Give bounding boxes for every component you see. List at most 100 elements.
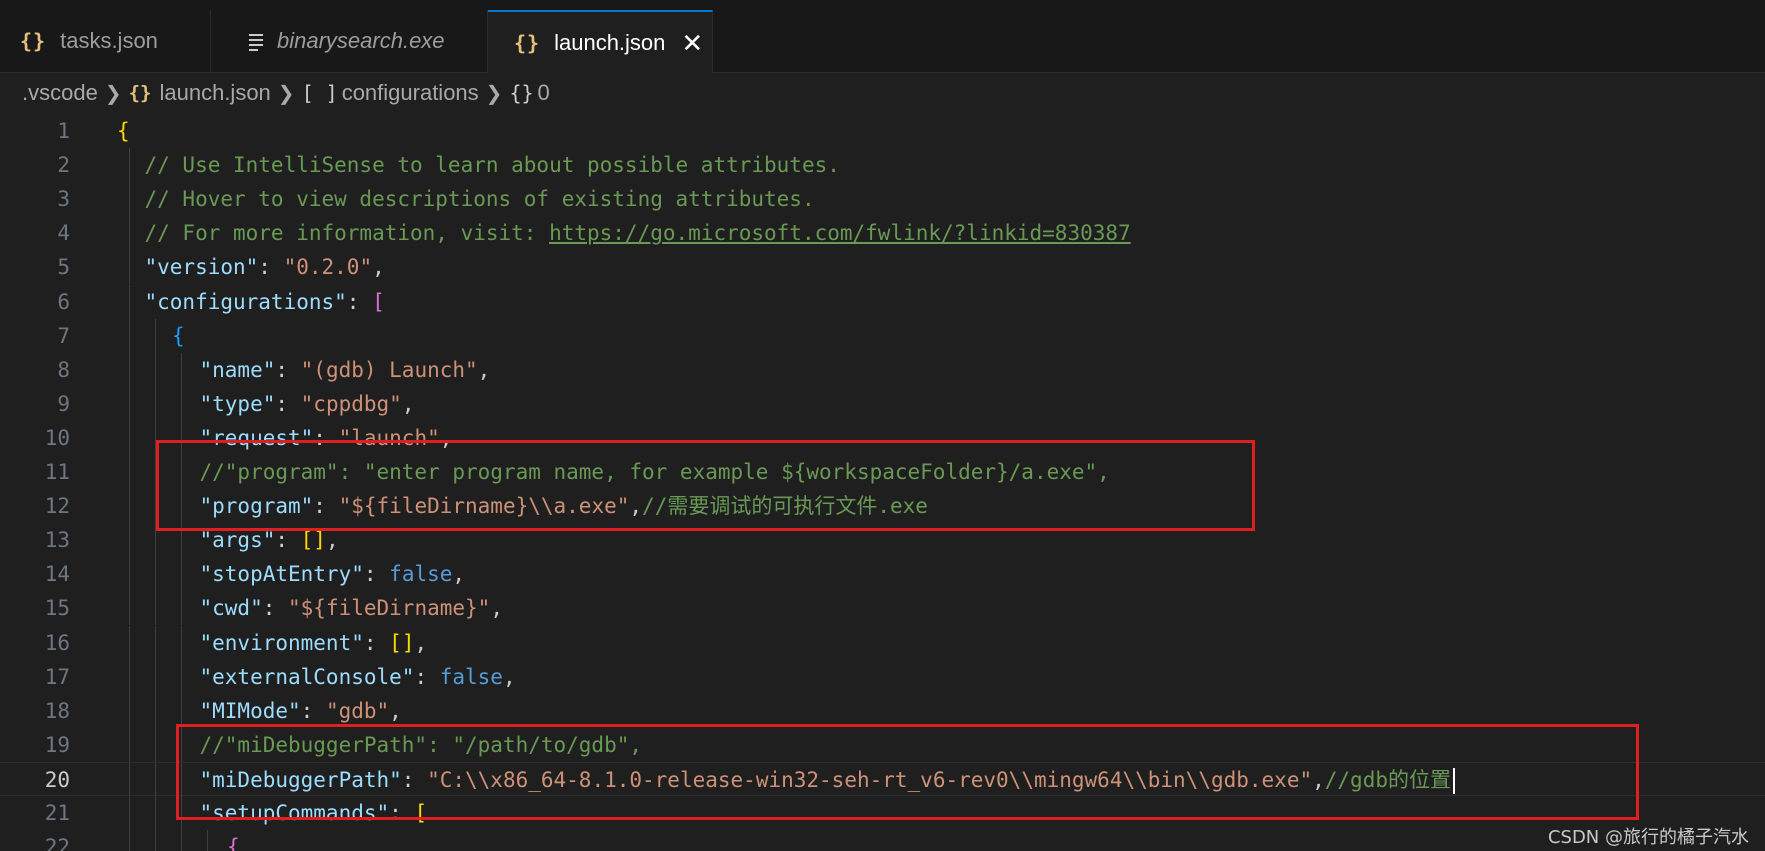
code-line[interactable]: 20 "miDebuggerPath": "C:\\x86_64-8.1.0-re… [0,761,1765,797]
indent-guide [129,796,130,830]
code-line[interactable]: 3 // Hover to view descriptions of existi… [0,182,1765,217]
indent-guide [155,796,156,830]
code-line[interactable]: 1{ [0,114,1765,148]
code-text: "type": "cppdbg", [200,387,415,421]
line-number: 3 [57,187,70,212]
token: : [275,391,301,416]
json-file-icon: {} [128,82,152,104]
code-line[interactable]: 9 "type": "cppdbg", [0,386,1765,421]
code-line[interactable]: 19 //"miDebuggerPath": "/path/to/gdb", [0,727,1765,762]
indent-guide [155,352,156,387]
indent-guide [129,284,130,319]
indent-guide [129,352,130,387]
token: , [477,357,491,382]
indent-guide [181,420,182,455]
token: , [325,528,339,553]
code-text: // For more information, visit: https://… [145,216,1131,250]
code-text: "setupCommands": [ [200,796,428,830]
token: , [389,698,402,723]
line-number: 2 [57,153,70,178]
token: , [414,630,428,655]
token: { [227,835,240,851]
code-text: "name": "(gdb) Launch", [200,353,491,387]
code-text: { [117,114,130,148]
line-number: 8 [57,357,70,382]
indent-guide [155,489,156,524]
code-line[interactable]: 13 "args": [], [0,523,1765,558]
token: : [275,357,301,382]
token: "${fileDirname}\\a.exe" [338,494,630,519]
token: "miDebuggerPath" [199,767,402,792]
indent-guide [129,727,130,762]
indent-guide [129,591,130,626]
token: [] [300,528,326,553]
token: "name" [199,357,276,382]
code-line[interactable]: 18 "MIMode": "gdb", [0,693,1765,728]
code-line[interactable]: 22 { [0,830,1765,851]
code-line[interactable]: 10 "request": "launch", [0,420,1765,455]
line-number: 20 [44,767,70,792]
token: "configurations" [144,289,347,314]
breadcrumb-object[interactable]: 0 [538,80,550,106]
code-text: // Hover to view descriptions of existin… [145,182,815,216]
line-number: 16 [44,630,70,655]
token: : [363,630,390,655]
line-number: 10 [44,425,70,450]
tab-launch-json[interactable]: {} launch.json ✕ [488,10,713,73]
tab-tasks-json[interactable]: {} tasks.json [0,10,211,72]
code-text: "cwd": "${fileDirname}", [200,591,503,625]
token: //gdb的位置 [1324,767,1451,792]
indent-guide [181,455,182,489]
json-file-icon: {} [514,30,541,55]
code-line[interactable]: 16 "environment": [], [0,625,1765,660]
code-line[interactable]: 14 "stopAtEntry": false, [0,557,1765,592]
code-line[interactable]: 11 //"program": "enter program name, for … [0,455,1765,489]
code-text: // Use IntelliSense to learn about possi… [145,148,840,182]
code-text: "request": "launch", [200,421,453,455]
code-line[interactable]: 2 // Use IntelliSense to learn about poss… [0,148,1765,183]
code-editor[interactable]: 1{ 2 // Use IntelliSense to learn about po… [0,114,1765,851]
code-line[interactable]: 21 "setupCommands": [ [0,796,1765,830]
breadcrumb-file[interactable]: launch.json [159,80,270,106]
token: "type" [199,391,276,416]
token: "setupCommands" [199,801,390,825]
indent-guide [129,625,130,660]
code-text: { [227,830,240,851]
tab-binarysearch-exe[interactable]: binarysearch.exe [211,10,488,72]
code-line[interactable]: 7{ [0,318,1765,353]
code-text: "program": "${fileDirname}\\a.exe",//需要调… [200,489,928,523]
close-icon[interactable]: ✕ [681,30,703,56]
indent-guide [129,386,130,421]
editor-tab-bar: {} tasks.json binarysearch.exe {} launch… [0,10,1765,73]
line-number: 7 [57,323,70,348]
breadcrumb-folder[interactable]: .vscode [22,80,98,106]
tab-label: binarysearch.exe [277,28,445,53]
token: "version" [144,255,259,280]
code-line[interactable]: 17 "externalConsole": false, [0,659,1765,694]
token: , [502,664,516,689]
indent-guide [181,523,182,558]
token: [ [414,801,428,825]
indent-guide [129,693,130,728]
indent-guide [181,625,182,660]
code-line[interactable]: 6 "configurations": [ [0,284,1765,319]
code-line[interactable]: 12 "program": "${fileDirname}\\a.exe",//需… [0,489,1765,524]
line-number: 12 [44,494,70,519]
tab-label: launch.json [554,29,666,55]
code-line[interactable]: 4 // For more information, visit: https:/… [0,216,1765,251]
text-file-icon [249,32,265,51]
code-line[interactable]: 15 "cwd": "${fileDirname}", [0,591,1765,626]
tab-label: tasks.json [60,28,158,53]
indent-guide [207,830,208,851]
indent-guide [181,796,182,830]
token[interactable]: https://go.microsoft.com/fwlink/?linkid=… [549,221,1131,245]
breadcrumb-array[interactable]: configurations [342,80,479,106]
token: [ [372,289,385,314]
token: //"miDebuggerPath": "/path/to/gdb", [199,732,643,757]
code-text: "stopAtEntry": false, [200,557,466,591]
token: , [401,391,415,416]
token: "(gdb) Launch" [300,357,478,382]
code-line[interactable]: 8 "name": "(gdb) Launch", [0,352,1765,387]
code-line[interactable]: 5 "version": "0.2.0", [0,250,1765,285]
indent-guide [155,727,156,762]
